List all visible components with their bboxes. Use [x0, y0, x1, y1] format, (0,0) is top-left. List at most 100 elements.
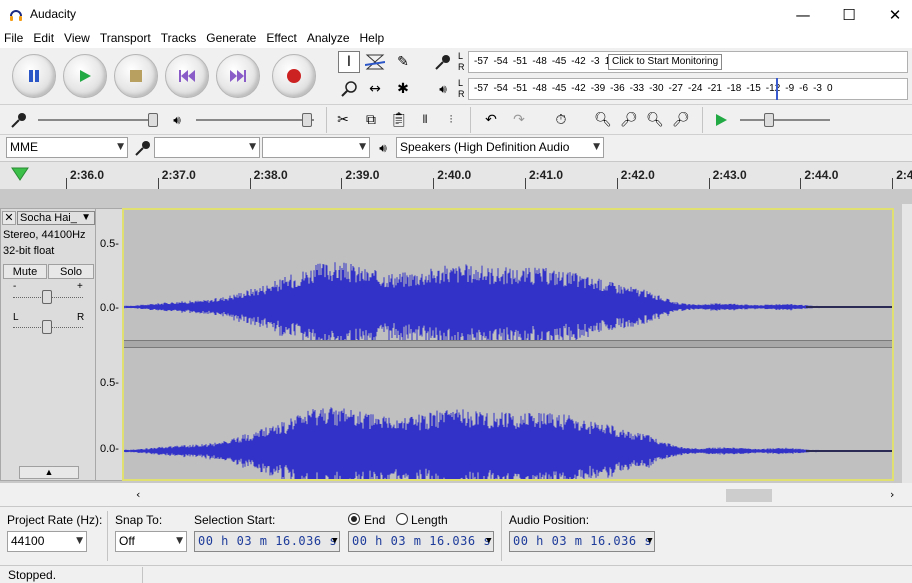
zoom-tool-button[interactable] [338, 78, 360, 100]
play-speed-slider[interactable] [740, 119, 830, 121]
silence-audio-icon: ⫶ [449, 113, 453, 126]
end-radio[interactable] [348, 513, 360, 525]
menu-tracks[interactable]: Tracks [157, 30, 203, 46]
chevron-down-icon[interactable]: ▼ [332, 532, 338, 551]
meter-toolbar: LR -57-54-51-48-45-42-31-18-15-12-9-6-30… [430, 49, 912, 103]
scale-label-mid-ch2: 0.0- [100, 443, 119, 455]
waveform-display[interactable] [122, 208, 894, 481]
meter-tick-label: -33 [629, 83, 645, 94]
record-button[interactable] [272, 54, 316, 98]
close-track-button[interactable]: ✕ [2, 211, 16, 225]
menu-generate[interactable]: Generate [202, 30, 262, 46]
scissors-icon: ✂ [337, 112, 349, 128]
timeline-tick-label: 2:38.0 [253, 168, 288, 182]
zoom-icon [341, 81, 357, 97]
chevron-down-icon[interactable]: ▼ [647, 532, 653, 551]
audio-position-time[interactable]: 00 h 03 m 16.036 s ▼ [509, 531, 655, 552]
playback-meter-scale: -57 -54 -51 -48 -45 -42 -39 -36 -33 -30 -27 -24 -21-… [469, 83, 833, 94]
selection-start-value: 00 h 03 m 16.036 s [198, 534, 338, 548]
recording-channels-select[interactable]: ▼ [262, 137, 370, 158]
mute-button[interactable]: Mute [3, 264, 47, 279]
play-button[interactable] [63, 54, 107, 98]
collapse-track-button[interactable]: ▲ [19, 466, 79, 479]
track-sample-info: 32-bit float [3, 245, 55, 257]
copy-button[interactable]: ⧉ [360, 109, 382, 131]
audacity-logo-icon [10, 10, 22, 21]
meter-tick-label: -51 [512, 56, 528, 67]
audio-host-select[interactable]: MME ▼ [6, 137, 128, 158]
chevron-down-icon[interactable]: ▼ [486, 532, 492, 551]
timeline-ruler[interactable]: 2:36.0 2:37.0 2:38.0 2:39.0 2:40.0 2:41.0 2:42… [0, 161, 912, 189]
menu-edit[interactable]: Edit [29, 30, 60, 46]
track-name-menu[interactable]: Socha Hai_ ▼ [17, 211, 95, 225]
fit-selection-button[interactable]: 🔍︎ [644, 109, 666, 131]
menu-effect[interactable]: Effect [262, 30, 302, 46]
envelope-tool-button[interactable] [364, 51, 386, 73]
draw-tool-button[interactable]: ✎ [392, 51, 414, 73]
recording-volume-slider[interactable] [38, 119, 156, 121]
playback-device-select[interactable]: Speakers (High Definition Audio ▼ [396, 137, 604, 158]
menu-help[interactable]: Help [356, 30, 391, 46]
project-rate-select[interactable]: 44100 ▼ [7, 531, 87, 552]
zoom-in-button[interactable]: 🔍︎ [592, 109, 614, 131]
channel-separator [124, 340, 892, 348]
skip-to-start-button[interactable] [165, 54, 209, 98]
recording-device-select[interactable]: ▼ [154, 137, 260, 158]
pause-button[interactable] [12, 54, 56, 98]
play-head-icon[interactable] [10, 166, 30, 182]
selection-start-time[interactable]: 00 h 03 m 16.036 s ▼ [194, 531, 340, 552]
gain-slider-thumb[interactable] [42, 290, 52, 304]
zoom-out-button[interactable]: 🔎︎ [618, 109, 640, 131]
horizontal-scrollbar[interactable]: ‹ › [0, 487, 912, 504]
recording-volume-thumb[interactable] [148, 113, 158, 127]
skip-to-end-button[interactable] [216, 54, 260, 98]
playback-meter[interactable]: -57 -54 -51 -48 -45 -42 -39 -36 -33 -30 -27 -24 -21-… [468, 78, 908, 100]
vertical-scrollbar[interactable] [902, 204, 912, 483]
close-button[interactable]: ✕ [872, 0, 912, 30]
play-icon [80, 70, 91, 82]
zoom-in-icon: 🔍︎ [594, 112, 612, 128]
sync-lock-button[interactable]: ⏱ [550, 109, 572, 131]
timeline-tick [892, 178, 894, 189]
pan-slider-thumb[interactable] [42, 320, 52, 334]
solo-button[interactable]: Solo [48, 264, 94, 279]
menu-analyze[interactable]: Analyze [303, 30, 356, 46]
snap-to-value: Off [119, 534, 135, 548]
scroll-right-icon[interactable]: › [890, 488, 894, 501]
undo-button[interactable]: ↶ [480, 109, 502, 131]
selection-end-time[interactable]: 00 h 03 m 16.036 s ▼ [348, 531, 494, 552]
stop-button[interactable] [114, 54, 158, 98]
menu-file[interactable]: File [0, 30, 29, 46]
fit-project-button[interactable]: 🔎︎ [670, 109, 692, 131]
scroll-thumb[interactable] [726, 489, 772, 502]
snap-to-select[interactable]: Off ▼ [115, 531, 187, 552]
scroll-left-icon[interactable]: ‹ [136, 488, 140, 501]
trim-button[interactable]: ⫴ [414, 109, 436, 131]
silence-button[interactable]: ⫶ [440, 109, 462, 131]
menu-transport[interactable]: Transport [96, 30, 157, 46]
redo-button[interactable]: ↷ [508, 109, 530, 131]
playback-volume-thumb[interactable] [302, 113, 312, 127]
paste-button[interactable]: 📋︎ [388, 109, 410, 131]
chevron-down-icon: ▼ [593, 142, 600, 152]
timeshift-tool-button[interactable]: ↔ [364, 78, 386, 100]
multi-tool-button[interactable]: ✱ [392, 78, 414, 100]
meter-tick-label: -51 [512, 83, 528, 94]
maximize-button[interactable]: ☐ [826, 0, 872, 30]
pencil-icon: ✎ [397, 54, 409, 70]
selection-tool-button[interactable]: I [338, 51, 360, 73]
record-meter-button[interactable] [432, 51, 454, 73]
play-at-speed-button[interactable] [710, 109, 732, 131]
play-speed-thumb[interactable] [764, 113, 774, 127]
device-toolbar: MME ▼ ▼ ▼ 🔊︎ Speakers (High Definition Au… [0, 134, 912, 160]
cut-button[interactable]: ✂ [332, 109, 354, 131]
timeshift-icon: ↔ [369, 81, 381, 97]
monitoring-tooltip[interactable]: Click to Start Monitoring [608, 54, 723, 70]
length-radio[interactable] [396, 513, 408, 525]
playback-volume-slider[interactable] [196, 119, 314, 121]
playback-meter-button[interactable]: 🔊︎ [432, 78, 454, 100]
timeline-tick [341, 178, 343, 189]
timeline-tick-label: 2:45.0 [896, 168, 912, 182]
menu-view[interactable]: View [60, 30, 96, 46]
minimize-button[interactable]: — [780, 0, 826, 30]
